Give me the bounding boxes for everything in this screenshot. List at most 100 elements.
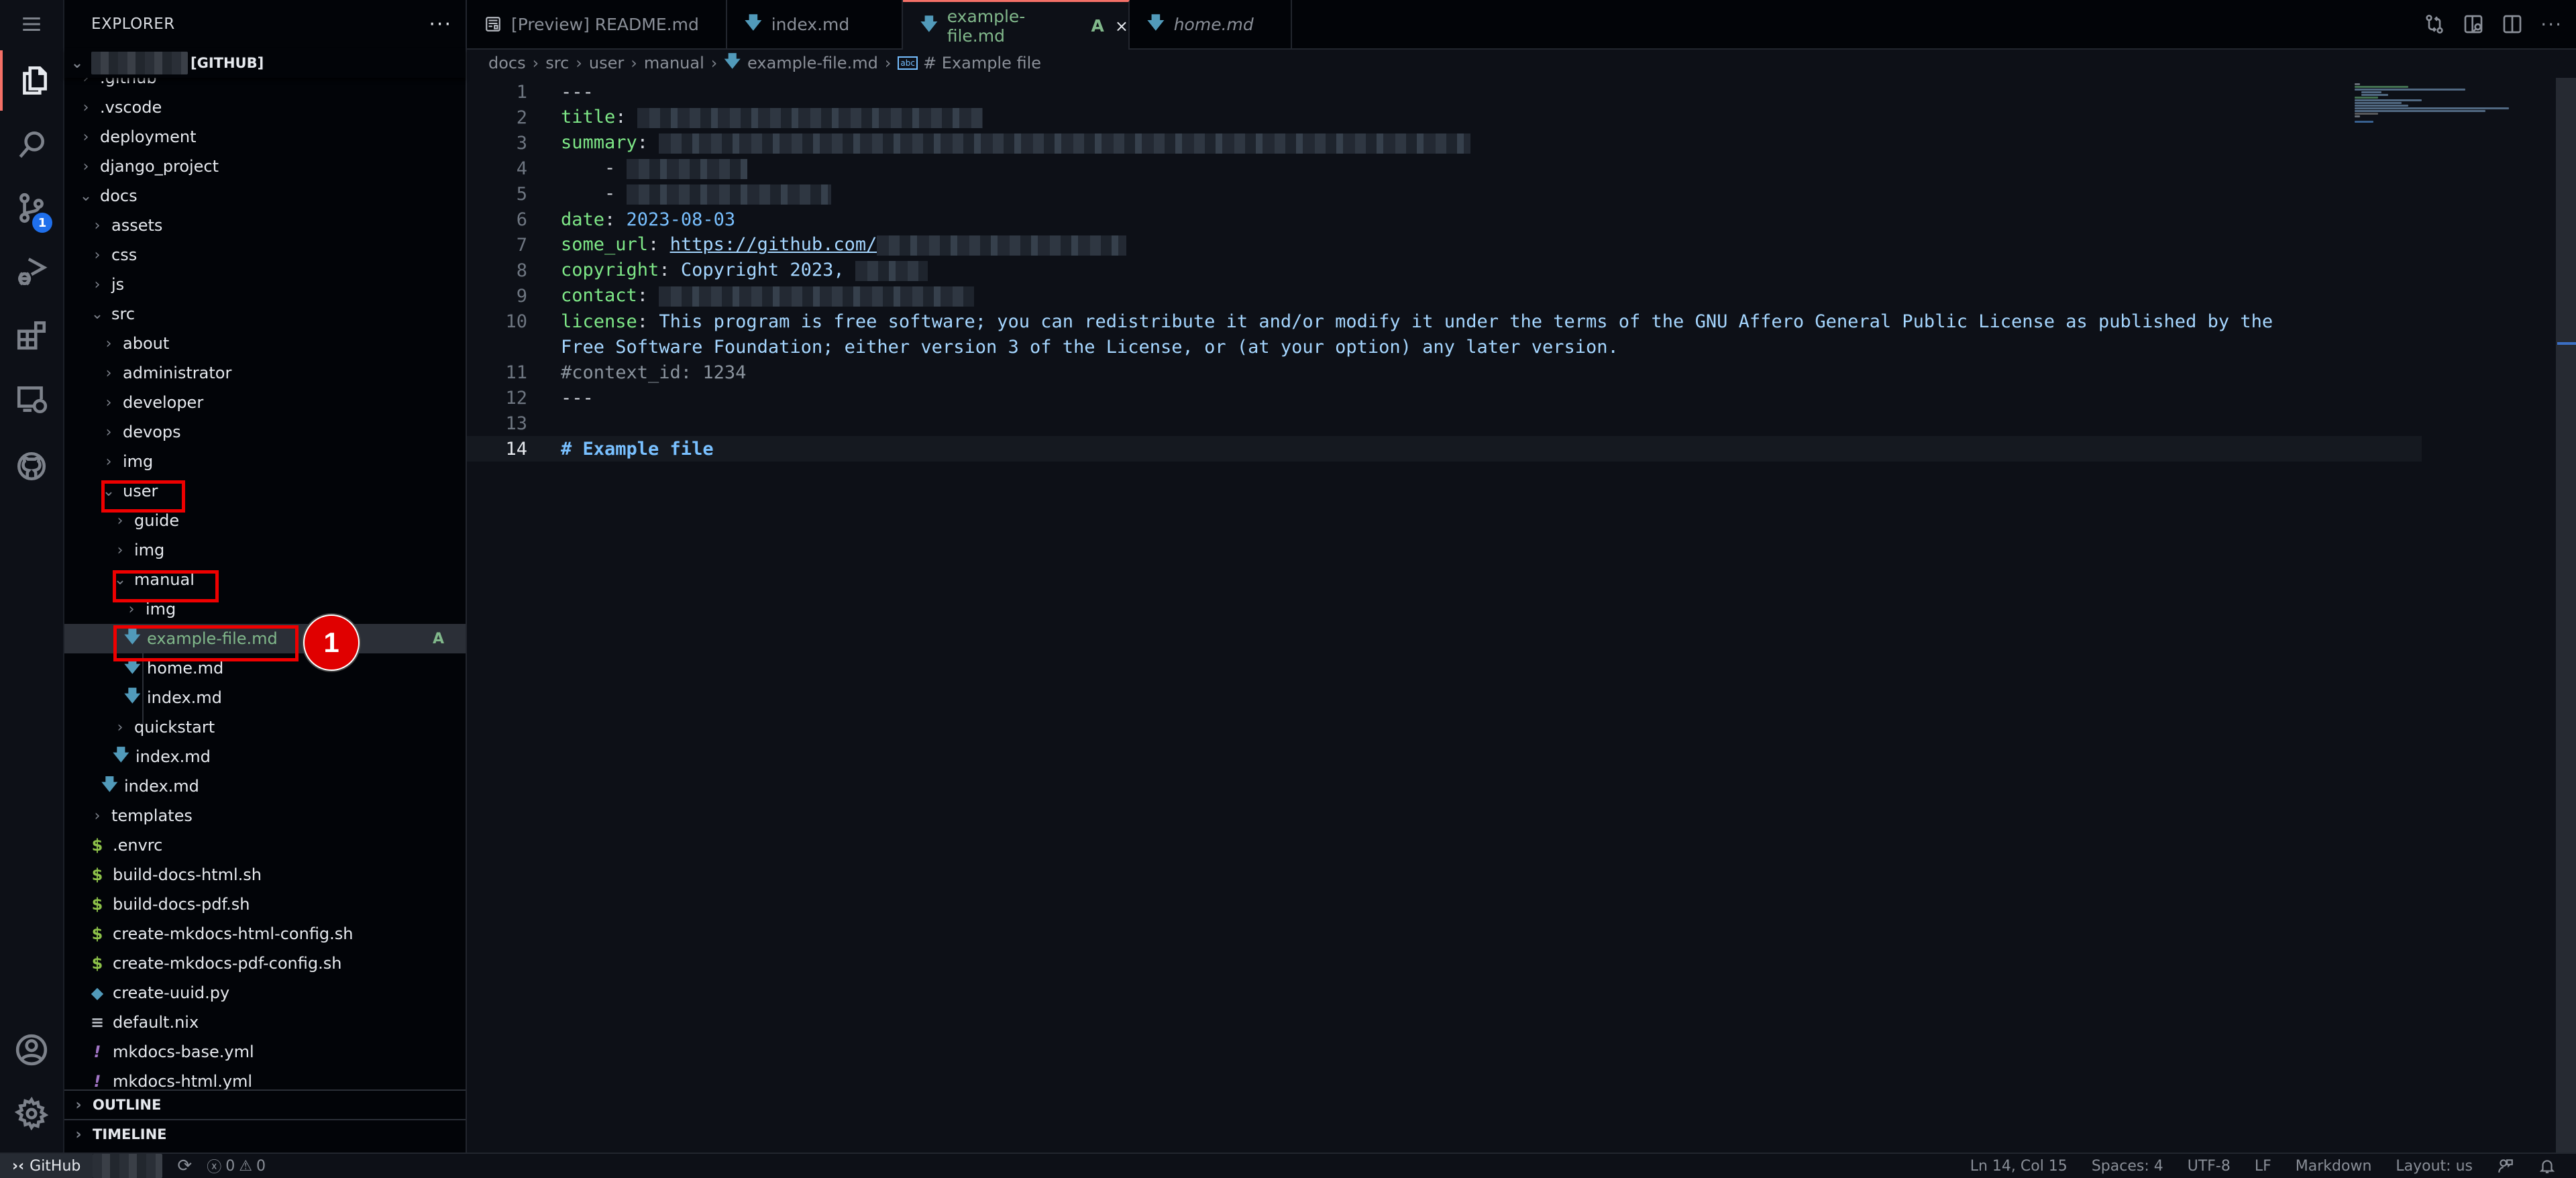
tree-folder[interactable]: › administrator xyxy=(64,358,466,388)
explorer-more-button[interactable]: ··· xyxy=(429,13,452,36)
workspace-root[interactable]: ⌄ [GITHUB] xyxy=(64,48,466,78)
feedback-icon[interactable] xyxy=(2497,1157,2514,1175)
activity-search[interactable] xyxy=(0,114,63,174)
activity-accounts[interactable] xyxy=(0,1020,63,1080)
tree-folder[interactable]: › templates xyxy=(64,801,466,831)
tree-folder[interactable]: ⌄ docs xyxy=(64,181,466,211)
tree-item-label: assets xyxy=(111,216,163,235)
tree-item-label: templates xyxy=(111,806,193,825)
tree-item-label: img xyxy=(123,452,154,471)
breadcrumb-symbol[interactable]: # Example file xyxy=(923,54,1041,72)
indentation[interactable]: Spaces: 4 xyxy=(2092,1158,2163,1175)
tree-folder[interactable]: › .vscode xyxy=(64,93,466,122)
code-line: 13 xyxy=(467,411,2422,436)
github-icon xyxy=(17,451,46,481)
tree-file[interactable]: ! mkdocs-base.yml xyxy=(64,1037,466,1067)
tree-folder[interactable]: › img xyxy=(64,447,466,476)
vertical-scrollbar[interactable] xyxy=(2556,78,2576,1154)
remote-indicator[interactable]: ›‹ GitHub xyxy=(0,1154,93,1178)
activity-explorer[interactable] xyxy=(0,50,66,111)
cursor-position[interactable]: Ln 14, Col 15 xyxy=(1970,1158,2068,1175)
bell-icon[interactable] xyxy=(2538,1157,2556,1175)
preview-side-icon[interactable] xyxy=(2463,13,2484,35)
end-of-line[interactable]: LF xyxy=(2255,1158,2271,1175)
tab-index-md[interactable]: 🡇 index.md xyxy=(727,0,903,48)
breadcrumb-file[interactable]: example-file.md xyxy=(747,54,878,72)
activity-run-debug[interactable] xyxy=(0,242,63,302)
url-link[interactable]: https://github.com/ xyxy=(670,234,877,255)
workspace-root-label: [GITHUB] xyxy=(191,55,264,71)
tree-folder[interactable]: › img xyxy=(64,535,466,565)
breadcrumb-item[interactable]: src xyxy=(545,54,569,72)
tree-folder[interactable]: › assets xyxy=(64,211,466,240)
tree-file[interactable]: 🡇 home.md xyxy=(64,653,466,683)
tree-item-label: django_project xyxy=(100,157,219,176)
keyboard-layout[interactable]: Layout: us xyxy=(2396,1158,2473,1175)
tab-readme-preview[interactable]: [Preview] README.md xyxy=(467,0,727,48)
tree-file[interactable]: 🡇 index.md xyxy=(64,742,466,771)
activity-extensions[interactable] xyxy=(0,305,63,366)
outline-section[interactable]: › OUTLINE xyxy=(64,1089,466,1119)
menu-button[interactable] xyxy=(0,0,63,48)
markdown-icon: 🡇 xyxy=(920,14,938,34)
activity-source-control[interactable]: 1 xyxy=(0,178,63,238)
markdown-icon: 🡇 xyxy=(124,627,141,646)
tree-folder[interactable]: ⌄ src xyxy=(64,299,466,329)
code-editor[interactable]: 1 --- 2 title: 3 summary: 4 - 5 - 6 date… xyxy=(467,78,2576,1154)
tree-file[interactable]: $ .envrc xyxy=(64,831,466,860)
redacted-value xyxy=(877,235,1127,256)
git-compare-icon[interactable] xyxy=(2424,13,2445,35)
activity-github[interactable] xyxy=(0,436,63,496)
timeline-section[interactable]: › TIMELINE xyxy=(64,1119,466,1148)
tree-item-label: mkdocs-html.yml xyxy=(113,1072,253,1091)
tree-file[interactable]: $ build-docs-html.sh xyxy=(64,860,466,890)
breadcrumb-item[interactable]: user xyxy=(589,54,624,72)
tree-file[interactable]: 🡇 example-file.md A xyxy=(64,624,466,653)
tree-folder[interactable]: › devops xyxy=(64,417,466,447)
problems-indicator[interactable]: ⓧ 0 ⚠ 0 xyxy=(207,1155,266,1177)
more-actions-button[interactable]: ··· xyxy=(2540,13,2563,36)
tree-folder[interactable]: › developer xyxy=(64,388,466,417)
close-icon[interactable]: × xyxy=(1115,17,1128,36)
tab-example-file-md[interactable]: 🡇 example-file.md A × xyxy=(903,0,1130,50)
tree-folder[interactable]: › django_project xyxy=(64,152,466,181)
extensions-icon xyxy=(17,321,46,350)
chevron-right-icon: › xyxy=(75,1126,82,1143)
tree-folder[interactable]: › about xyxy=(64,329,466,358)
tree-item-label: create-mkdocs-html-config.sh xyxy=(113,924,354,943)
code-line: 5 - xyxy=(467,181,2422,207)
tree-folder[interactable]: ⌄ user xyxy=(64,476,466,506)
tree-file[interactable]: ◆ create-uuid.py xyxy=(64,978,466,1008)
redacted-branch[interactable] xyxy=(93,1154,163,1178)
sync-icon[interactable]: ⟳ xyxy=(177,1156,192,1176)
tree-file[interactable]: $ create-mkdocs-pdf-config.sh xyxy=(64,949,466,978)
activity-remote-explorer[interactable] xyxy=(0,369,63,429)
split-editor-icon[interactable] xyxy=(2502,13,2523,35)
tree-folder[interactable]: › quickstart xyxy=(64,712,466,742)
tree-item-label: .envrc xyxy=(113,836,163,855)
encoding[interactable]: UTF-8 xyxy=(2188,1158,2231,1175)
tab-home-md[interactable]: 🡇 home.md xyxy=(1130,0,1292,48)
tree-folder[interactable]: › css xyxy=(64,240,466,270)
chevron-right-icon: › xyxy=(94,217,101,234)
language-mode[interactable]: Markdown xyxy=(2296,1158,2372,1175)
markdown-icon: 🡇 xyxy=(124,686,141,705)
tree-folder[interactable]: › deployment xyxy=(64,122,466,152)
tree-file[interactable]: $ build-docs-pdf.sh xyxy=(64,890,466,919)
tree-folder[interactable]: ⌄ manual xyxy=(64,565,466,594)
tree-file[interactable]: ≡ default.nix xyxy=(64,1008,466,1037)
chevron-right-icon: › xyxy=(710,54,718,72)
tree-file[interactable]: 🡇 index.md xyxy=(64,771,466,801)
code-line: 7 some_url: https://github.com/ xyxy=(467,232,2422,258)
tree-folder[interactable]: › guide xyxy=(64,506,466,535)
tree-file[interactable]: $ create-mkdocs-html-config.sh xyxy=(64,919,466,949)
shell-icon: $ xyxy=(91,954,103,973)
minimap[interactable] xyxy=(2355,78,2516,158)
activity-manage[interactable] xyxy=(0,1083,63,1144)
breadcrumb-item[interactable]: docs xyxy=(488,54,526,72)
tree-folder[interactable]: › js xyxy=(64,270,466,299)
tree-folder[interactable]: › img xyxy=(64,594,466,624)
breadcrumb-item[interactable]: manual xyxy=(644,54,704,72)
error-count: 0 xyxy=(225,1157,235,1175)
tree-file[interactable]: 🡇 index.md xyxy=(64,683,466,712)
